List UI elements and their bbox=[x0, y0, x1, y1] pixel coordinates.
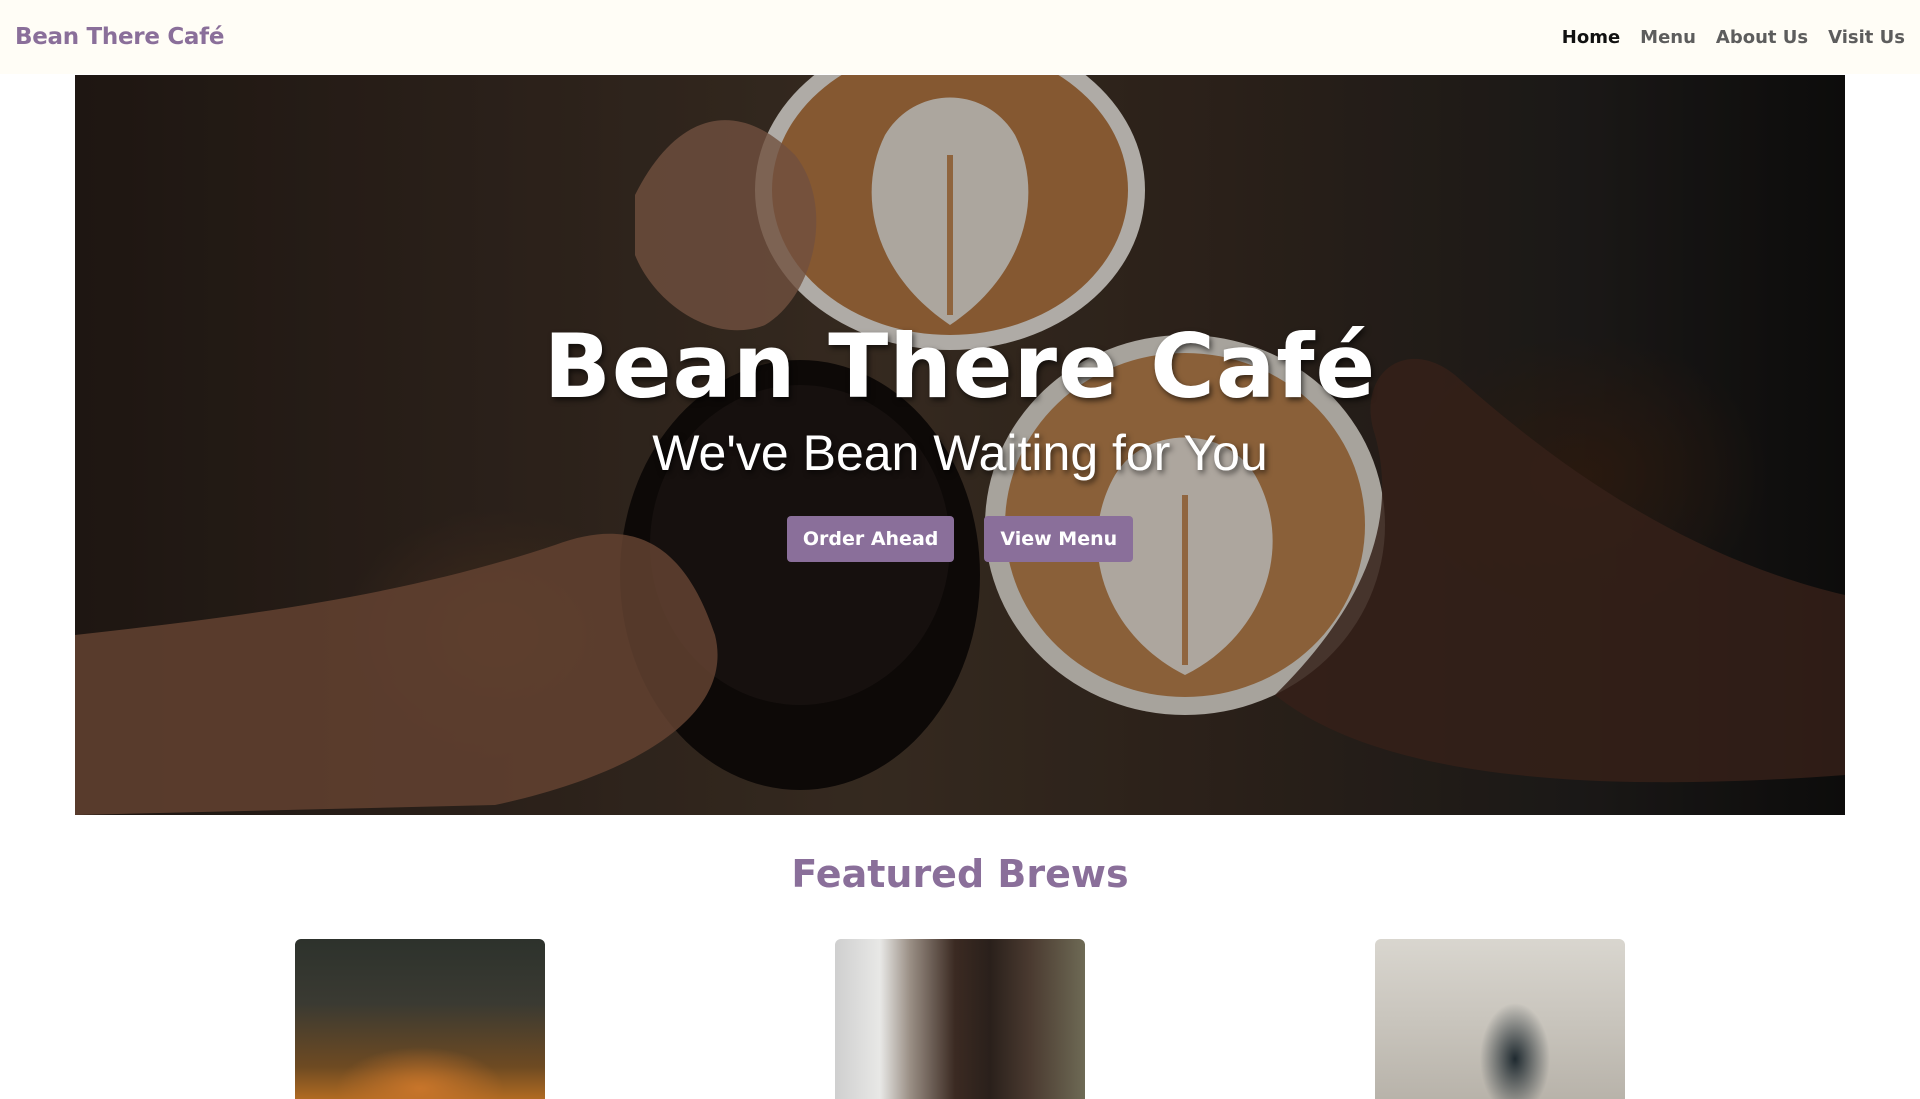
hero-title: Bean There Café bbox=[543, 315, 1377, 418]
featured-brews-heading: Featured Brews bbox=[791, 852, 1129, 896]
nav-link-visit-us[interactable]: Visit Us bbox=[1828, 27, 1905, 48]
featured-card-image-1[interactable] bbox=[295, 939, 545, 1099]
nav-link-about-us[interactable]: About Us bbox=[1716, 27, 1808, 48]
hero-content: Bean There Café We've Bean Waiting for Y… bbox=[75, 75, 1845, 815]
featured-card-image-3[interactable] bbox=[1375, 939, 1625, 1099]
hero-banner: Bean There Café We've Bean Waiting for Y… bbox=[75, 75, 1845, 815]
order-ahead-button[interactable]: Order Ahead bbox=[786, 516, 955, 562]
nav-link-menu[interactable]: Menu bbox=[1640, 27, 1696, 48]
nav-links: Home Menu About Us Visit Us bbox=[1562, 27, 1905, 48]
navbar: Bean There Café Home Menu About Us Visit… bbox=[0, 0, 1920, 74]
hero-subtitle: We've Bean Waiting for You bbox=[652, 425, 1268, 481]
view-menu-button[interactable]: View Menu bbox=[984, 516, 1134, 562]
brand-logo-link[interactable]: Bean There Café bbox=[15, 24, 224, 50]
hero-buttons: Order Ahead View Menu bbox=[786, 516, 1134, 562]
featured-card-image-2[interactable] bbox=[835, 939, 1085, 1099]
nav-link-home[interactable]: Home bbox=[1562, 27, 1620, 48]
